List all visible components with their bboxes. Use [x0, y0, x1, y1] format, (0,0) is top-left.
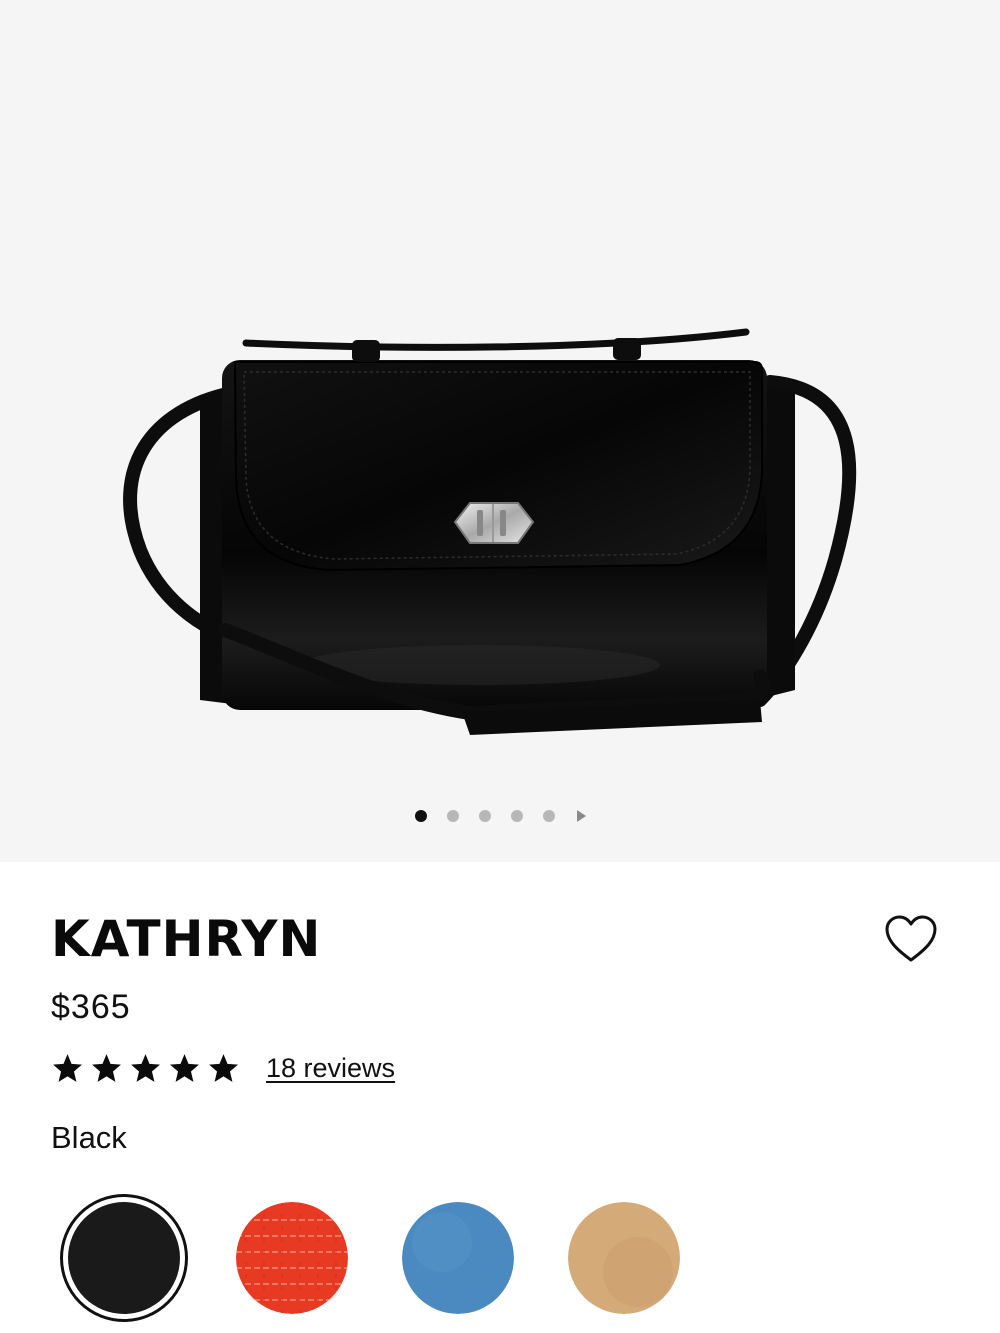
product-image-gallery[interactable] [0, 0, 1000, 862]
star-icon [209, 1054, 238, 1082]
triangle-right-icon[interactable] [576, 810, 586, 822]
color-swatches [60, 1194, 760, 1324]
swatch-red-lizard[interactable] [236, 1202, 348, 1314]
swatch-tan[interactable] [568, 1202, 680, 1314]
rating-row: 18 reviews [51, 1052, 395, 1085]
product-image[interactable] [0, 0, 1000, 862]
gallery-dot-5[interactable] [542, 810, 555, 822]
heart-outline-icon[interactable] [884, 914, 938, 964]
swatch-blue[interactable] [402, 1202, 514, 1314]
star-icon [131, 1054, 160, 1082]
gallery-dot-1[interactable] [414, 810, 427, 822]
gallery-pagination [0, 810, 1000, 822]
product-price: $365 [51, 988, 131, 1026]
gallery-dot-3[interactable] [478, 810, 491, 822]
star-icon [170, 1054, 199, 1082]
star-icon [53, 1054, 82, 1082]
swatch-black[interactable] [68, 1202, 180, 1314]
star-rating [51, 1052, 240, 1085]
gallery-dot-2[interactable] [446, 810, 459, 822]
gallery-dot-4[interactable] [510, 810, 523, 822]
star-icon [92, 1054, 121, 1082]
product-title: KATHRYN [51, 910, 322, 968]
product-info: KATHRYN $365 18 reviews Black [0, 862, 1000, 1333]
selected-color-label: Black [51, 1120, 127, 1155]
reviews-link[interactable]: 18 reviews [266, 1053, 395, 1084]
